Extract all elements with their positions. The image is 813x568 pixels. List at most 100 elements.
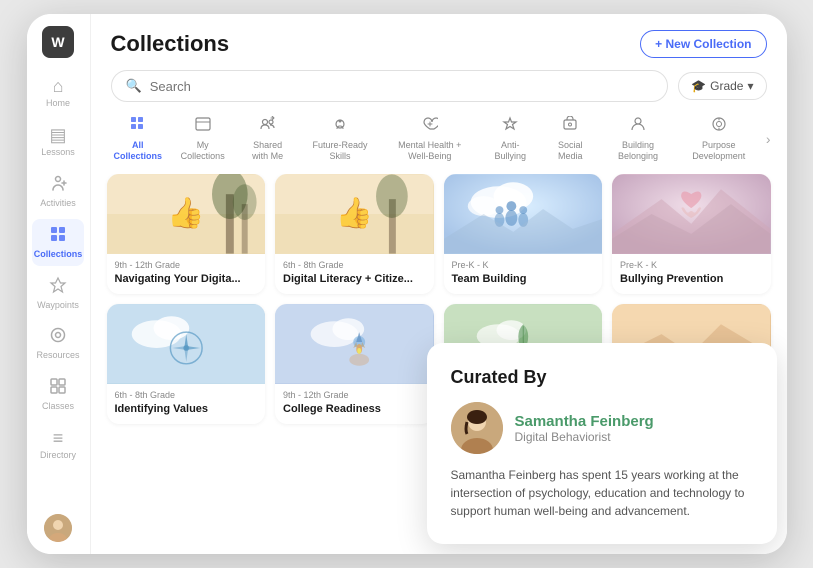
card-info-1: 9th - 12th Grade Navigating Your Digita.…	[107, 254, 266, 294]
search-input[interactable]	[150, 79, 653, 94]
future-ready-icon	[332, 116, 348, 137]
collection-card-5[interactable]: 6th - 8th Grade Identifying Values	[107, 304, 266, 424]
search-icon: 🔍	[126, 78, 142, 94]
classes-icon	[49, 377, 67, 400]
thumbsup-icon-2: 👍	[336, 196, 373, 231]
cat-tab-future[interactable]: Future-Ready Skills	[303, 112, 377, 166]
search-bar[interactable]: 🔍	[111, 70, 669, 102]
cat-tab-purpose[interactable]: Purpose Development	[678, 112, 760, 166]
cat-tab-building[interactable]: Building Belonging	[602, 112, 673, 166]
card-image-4	[612, 174, 771, 254]
card-info-5: 6th - 8th Grade Identifying Values	[107, 384, 266, 424]
card-title-3: Team Building	[452, 272, 595, 286]
social-media-icon	[562, 116, 578, 137]
card-image-6	[275, 304, 434, 384]
curator-info: Samantha Feinberg Digital Behaviorist	[515, 413, 654, 444]
curator-row: Samantha Feinberg Digital Behaviorist	[451, 402, 753, 454]
lessons-icon: ▤	[49, 125, 66, 146]
my-collections-icon	[195, 116, 211, 137]
card-title-6: College Readiness	[283, 402, 426, 416]
sidebar-item-classes[interactable]: Classes	[32, 371, 84, 418]
grade-label: Grade	[710, 79, 743, 93]
curator-avatar	[451, 402, 503, 454]
cat-label-my: My Collections	[181, 140, 225, 162]
sidebar-item-waypoints[interactable]: Waypoints	[32, 270, 84, 317]
card-grade-3: Pre-K - K	[452, 260, 595, 270]
card-image-1: 👍	[107, 174, 266, 254]
new-collection-button[interactable]: + New Collection	[640, 30, 766, 58]
card-grade-1: 9th - 12th Grade	[115, 260, 258, 270]
cat-label-building: Building Belonging	[610, 140, 665, 162]
curator-bio: Samantha Feinberg has spent 15 years wor…	[451, 466, 753, 520]
card-info-2: 6th - 8th Grade Digital Literacy + Citiz…	[275, 254, 434, 294]
shared-icon	[260, 116, 276, 137]
chevron-down-icon: ▾	[747, 79, 753, 93]
curator-role: Digital Behaviorist	[515, 430, 654, 444]
card-grade-4: Pre-K - K	[620, 260, 763, 270]
curator-name: Samantha Feinberg	[515, 413, 654, 430]
curated-by-popup: Curated By Sama	[427, 343, 777, 544]
sidebar-item-collections[interactable]: Collections	[32, 219, 84, 266]
card-image-5	[107, 304, 266, 384]
cat-label-anti: Anti-Bullying	[490, 140, 530, 162]
thumbsup-icon-1: 👍	[167, 196, 204, 231]
header: Collections + New Collection	[91, 14, 787, 66]
card-grade-6: 9th - 12th Grade	[283, 390, 426, 400]
sidebar-label-waypoints: Waypoints	[37, 301, 79, 311]
collection-card-6[interactable]: 9th - 12th Grade College Readiness	[275, 304, 434, 424]
collection-card-1[interactable]: 👍 9th - 12th Grade Navigating Your Digit…	[107, 174, 266, 294]
sidebar-label-resources: Resources	[36, 351, 79, 361]
grade-filter-button[interactable]: 🎓 Grade ▾	[678, 72, 766, 100]
resources-icon	[49, 326, 67, 349]
main-content: Collections + New Collection 🔍 🎓 Grade ▾	[91, 14, 787, 554]
waypoints-icon	[49, 276, 67, 299]
cat-tab-social[interactable]: Social Media	[542, 112, 598, 166]
grid-area: 👍 9th - 12th Grade Navigating Your Digit…	[91, 174, 787, 554]
curated-by-title: Curated By	[451, 367, 753, 388]
search-row: 🔍 🎓 Grade ▾	[91, 66, 787, 112]
sidebar-item-lessons[interactable]: ▤ Lessons	[32, 119, 84, 164]
page-title: Collections	[111, 31, 230, 57]
card-grade-5: 6th - 8th Grade	[115, 390, 258, 400]
tablet-frame: W ⌂ Home ▤ Lessons Activities	[27, 14, 787, 554]
sidebar-item-directory[interactable]: ≡ Directory	[32, 422, 84, 467]
collections-icon	[49, 225, 67, 248]
cat-label-social: Social Media	[550, 140, 590, 162]
category-tabs: All Collections My Collections	[91, 112, 787, 174]
mental-health-icon	[422, 116, 438, 137]
user-avatar[interactable]	[44, 514, 72, 542]
cat-tab-shared[interactable]: Shared with Me	[236, 112, 298, 166]
anti-bullying-icon	[502, 116, 518, 137]
collection-card-3[interactable]: Pre-K - K Team Building	[444, 174, 603, 294]
cat-tab-my[interactable]: My Collections	[173, 112, 232, 166]
cat-label-purpose: Purpose Development	[686, 140, 752, 162]
purpose-icon	[711, 116, 727, 137]
card-info-3: Pre-K - K Team Building	[444, 254, 603, 294]
activities-icon	[49, 174, 67, 197]
sidebar-label-collections: Collections	[34, 250, 83, 260]
sidebar-item-resources[interactable]: Resources	[32, 320, 84, 367]
building-belonging-icon	[630, 116, 646, 137]
card-info-6: 9th - 12th Grade College Readiness	[275, 384, 434, 424]
collection-card-4[interactable]: Pre-K - K Bullying Prevention	[612, 174, 771, 294]
collection-grid-row1: 👍 9th - 12th Grade Navigating Your Digit…	[107, 174, 771, 294]
graduation-icon: 🎓	[691, 79, 706, 93]
sidebar-item-home[interactable]: ⌂ Home	[32, 70, 84, 115]
card-grade-2: 6th - 8th Grade	[283, 260, 426, 270]
card-title-5: Identifying Values	[115, 402, 258, 416]
sidebar-label-activities: Activities	[40, 199, 76, 209]
cat-tab-mental[interactable]: Mental Health + Well-Being	[381, 112, 478, 166]
sidebar: W ⌂ Home ▤ Lessons Activities	[27, 14, 91, 554]
category-scroll-right-icon[interactable]: ›	[766, 131, 771, 147]
sidebar-item-activities[interactable]: Activities	[32, 168, 84, 215]
cat-tab-anti[interactable]: Anti-Bullying	[482, 112, 538, 166]
cat-tab-all[interactable]: All Collections	[107, 112, 169, 166]
cat-label-mental: Mental Health + Well-Being	[389, 140, 470, 162]
all-collections-icon	[130, 116, 146, 137]
collection-card-2[interactable]: 👍 6th - 8th Grade Digital Literacy + Cit…	[275, 174, 434, 294]
cat-label-all: All Collections	[113, 140, 162, 162]
cat-label-future: Future-Ready Skills	[311, 140, 369, 162]
card-title-2: Digital Literacy + Citize...	[283, 272, 426, 286]
sidebar-label-directory: Directory	[40, 451, 76, 461]
card-image-3	[444, 174, 603, 254]
